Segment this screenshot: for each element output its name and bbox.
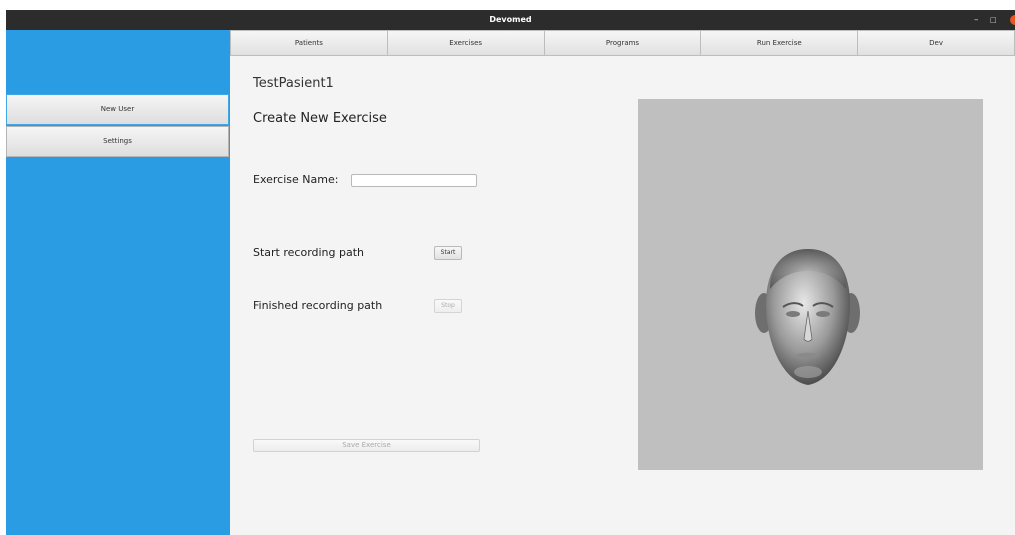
minimize-icon[interactable]: – (974, 10, 979, 30)
title-bar[interactable]: Devomed – □ (6, 10, 1015, 30)
patient-name: TestPasient1 (253, 76, 334, 91)
start-button[interactable]: Start (434, 246, 462, 260)
tab-bar: Patients Exercises Programs Run Exercise… (230, 30, 1015, 56)
maximize-icon[interactable]: □ (990, 10, 997, 30)
stop-button[interactable]: Stop (434, 299, 462, 313)
new-user-button[interactable]: New User (6, 94, 229, 125)
start-recording-label: Start recording path (253, 246, 365, 259)
tab-patients[interactable]: Patients (230, 30, 388, 56)
3d-viewport[interactable] (638, 99, 983, 470)
tab-programs[interactable]: Programs (544, 30, 702, 56)
window-title: Devomed (489, 15, 532, 24)
finished-recording-label: Finished recording path (253, 299, 383, 312)
exercise-name-input[interactable] (351, 174, 477, 187)
exercise-name-label: Exercise Name: (253, 173, 339, 186)
close-icon[interactable] (1010, 15, 1015, 25)
face-model-icon (755, 249, 860, 385)
page-title: Create New Exercise (253, 111, 387, 126)
save-exercise-button[interactable]: Save Exercise (253, 439, 480, 452)
app-window: Devomed – □ New User Settings Patients E… (6, 10, 1015, 535)
settings-button[interactable]: Settings (6, 126, 229, 157)
tab-run-exercise[interactable]: Run Exercise (701, 30, 859, 56)
tab-dev[interactable]: Dev (858, 30, 1015, 56)
sidebar: New User Settings (6, 30, 230, 535)
tab-exercises[interactable]: Exercises (387, 30, 545, 56)
